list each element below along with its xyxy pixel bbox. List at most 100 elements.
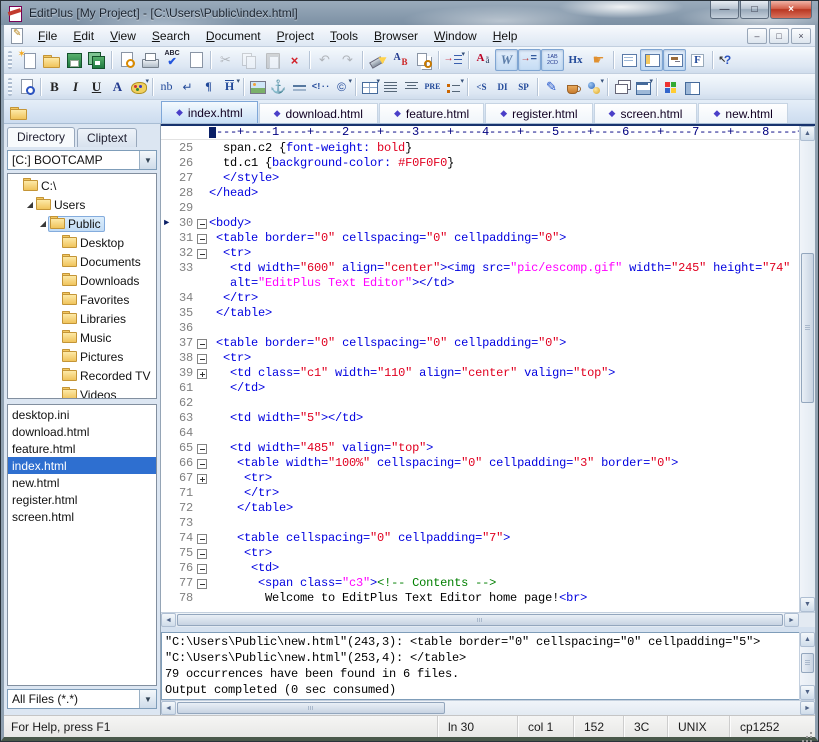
project-folder-icon[interactable] <box>9 104 27 120</box>
new-html-page-button[interactable]: H <box>184 49 207 71</box>
tree-item-documents[interactable]: Documents <box>8 252 156 271</box>
line-numbers-button[interactable]: 1AB 2CD <box>541 49 564 71</box>
minimize-button[interactable]: — <box>710 1 739 19</box>
tree-item-downloads[interactable]: Downloads <box>8 271 156 290</box>
delete-button[interactable]: × <box>283 49 306 71</box>
table-button[interactable]: ▾ <box>359 76 380 97</box>
line-break-button[interactable]: ↵ <box>177 76 198 97</box>
file-item-download.html[interactable]: download.html <box>8 423 156 440</box>
scroll-track[interactable] <box>176 701 800 715</box>
scroll-down-arrow[interactable]: ▼ <box>800 597 815 612</box>
tab-feature.html[interactable]: ◆feature.html <box>379 103 484 123</box>
scroll-thumb[interactable] <box>177 702 445 714</box>
find-button[interactable] <box>366 49 389 71</box>
span-tag-button[interactable]: <S <box>471 76 492 97</box>
editor-vertical-scrollbar[interactable]: ▲ ▼ <box>799 126 815 612</box>
copy-window-button[interactable] <box>611 76 632 97</box>
output-horizontal-scrollbar[interactable]: ◄ ► <box>161 700 815 715</box>
new-document-button[interactable] <box>16 49 39 71</box>
scroll-track[interactable] <box>800 647 815 685</box>
image-button[interactable] <box>247 76 268 97</box>
tab-register.html[interactable]: ◆register.html <box>485 103 592 123</box>
non-breaking-space-button[interactable]: nb <box>156 76 177 97</box>
scroll-thumb[interactable] <box>177 614 783 626</box>
toolbar-grip[interactable] <box>8 51 12 69</box>
editor-horizontal-scrollbar[interactable]: ◄ ► <box>161 612 815 627</box>
function-list-button[interactable]: F <box>686 49 709 71</box>
file-item-screen.html[interactable]: screen.html <box>8 508 156 525</box>
fold-minus-box[interactable] <box>196 216 209 231</box>
scroll-left-arrow[interactable]: ◄ <box>161 613 176 627</box>
tree-item-users[interactable]: ◢Users <box>8 195 156 214</box>
menu-window[interactable]: Window <box>426 27 485 45</box>
file-item-feature.html[interactable]: feature.html <box>8 440 156 457</box>
find-in-files-button[interactable] <box>412 49 435 71</box>
div-tag-button[interactable]: DI <box>492 76 513 97</box>
mdi-close-button[interactable]: × <box>791 28 811 44</box>
output-window[interactable]: "C:\Users\Public\new.html"(243,3): <tabl… <box>161 632 799 700</box>
fold-minus-box[interactable] <box>196 441 209 456</box>
tab-index.html[interactable]: ◆index.html <box>161 101 258 123</box>
scroll-up-arrow[interactable]: ▲ <box>800 632 815 647</box>
file-list[interactable]: desktop.inidownload.htmlfeature.htmlinde… <box>7 404 157 686</box>
tab-screen.html[interactable]: ◆screen.html <box>594 103 698 123</box>
auto-indent-button[interactable] <box>518 49 541 71</box>
output-window-button[interactable] <box>617 49 640 71</box>
color-picker-button[interactable] <box>562 76 583 97</box>
special-character-button[interactable]: ©▾ <box>331 76 352 97</box>
print-button[interactable] <box>138 49 161 71</box>
tree-item-public[interactable]: ◢Public <box>8 214 156 233</box>
directory-window-button[interactable] <box>640 49 663 71</box>
document-properties-button[interactable]: ☛ <box>587 49 610 71</box>
chevron-down-icon[interactable]: ▼ <box>139 151 156 169</box>
object-palette-button[interactable]: ▾ <box>583 76 604 97</box>
save-all-button[interactable] <box>85 49 108 71</box>
tree-item-libraries[interactable]: Libraries <box>8 309 156 328</box>
close-button[interactable]: × <box>770 1 812 19</box>
tree-item-favorites[interactable]: Favorites <box>8 290 156 309</box>
mdi-minimize-button[interactable]: – <box>747 28 767 44</box>
menu-file[interactable]: File <box>30 27 65 45</box>
cut-button[interactable]: ✂ <box>214 49 237 71</box>
fold-minus-box[interactable] <box>196 231 209 246</box>
fold-minus-box[interactable] <box>196 576 209 591</box>
scroll-thumb[interactable] <box>801 653 814 673</box>
redo-button[interactable]: ↷ <box>336 49 359 71</box>
scroll-thumb[interactable] <box>801 253 814 403</box>
underline-button[interactable]: U <box>86 76 107 97</box>
tree-item-pictures[interactable]: Pictures <box>8 347 156 366</box>
horizontal-rule-button[interactable] <box>289 76 310 97</box>
copy-button[interactable] <box>237 49 260 71</box>
fold-minus-box[interactable] <box>196 546 209 561</box>
menu-tools[interactable]: Tools <box>322 27 366 45</box>
scroll-track[interactable] <box>800 141 815 597</box>
menu-edit[interactable]: Edit <box>65 27 102 45</box>
resize-grip[interactable] <box>799 716 815 737</box>
fold-minus-box[interactable] <box>196 246 209 261</box>
file-filter-selector[interactable]: All Files (*.*) ▼ <box>7 689 157 709</box>
menu-search[interactable]: Search <box>144 27 198 45</box>
menu-browser[interactable]: Browser <box>366 27 426 45</box>
fold-plus-box[interactable] <box>196 366 209 381</box>
code-editor[interactable]: 25 span.c2 {font-weight: bold}26 td.c1 {… <box>161 140 799 612</box>
toolbar-grip[interactable] <box>8 78 12 96</box>
word-wrap-button[interactable]: W <box>495 49 518 71</box>
menu-document[interactable]: Document <box>198 27 269 45</box>
sidebar-tab-directory[interactable]: Directory <box>7 127 75 147</box>
anchor-button[interactable]: ⚓ <box>268 76 289 97</box>
output-line[interactable]: "C:\Users\Public\new.html"(243,3): <tabl… <box>165 634 796 650</box>
fold-minus-box[interactable] <box>196 561 209 576</box>
file-item-register.html[interactable]: register.html <box>8 491 156 508</box>
file-item-index.html[interactable]: index.html <box>8 457 156 474</box>
fold-plus-box[interactable] <box>196 471 209 486</box>
spell-check-button[interactable] <box>161 49 184 71</box>
open-file-button[interactable] <box>39 49 62 71</box>
scroll-left-arrow[interactable]: ◄ <box>161 701 176 715</box>
tree-item-desktop[interactable]: Desktop <box>8 233 156 252</box>
title-bar[interactable]: EditPlus [My Project] - [C:\Users\Public… <box>1 1 818 25</box>
scroll-up-arrow[interactable]: ▲ <box>800 126 815 141</box>
bold-button[interactable]: B <box>44 76 65 97</box>
tab-download.html[interactable]: ◆download.html <box>259 103 378 123</box>
print-preview-button[interactable] <box>115 49 138 71</box>
tree-item-c-[interactable]: C:\ <box>8 176 156 195</box>
